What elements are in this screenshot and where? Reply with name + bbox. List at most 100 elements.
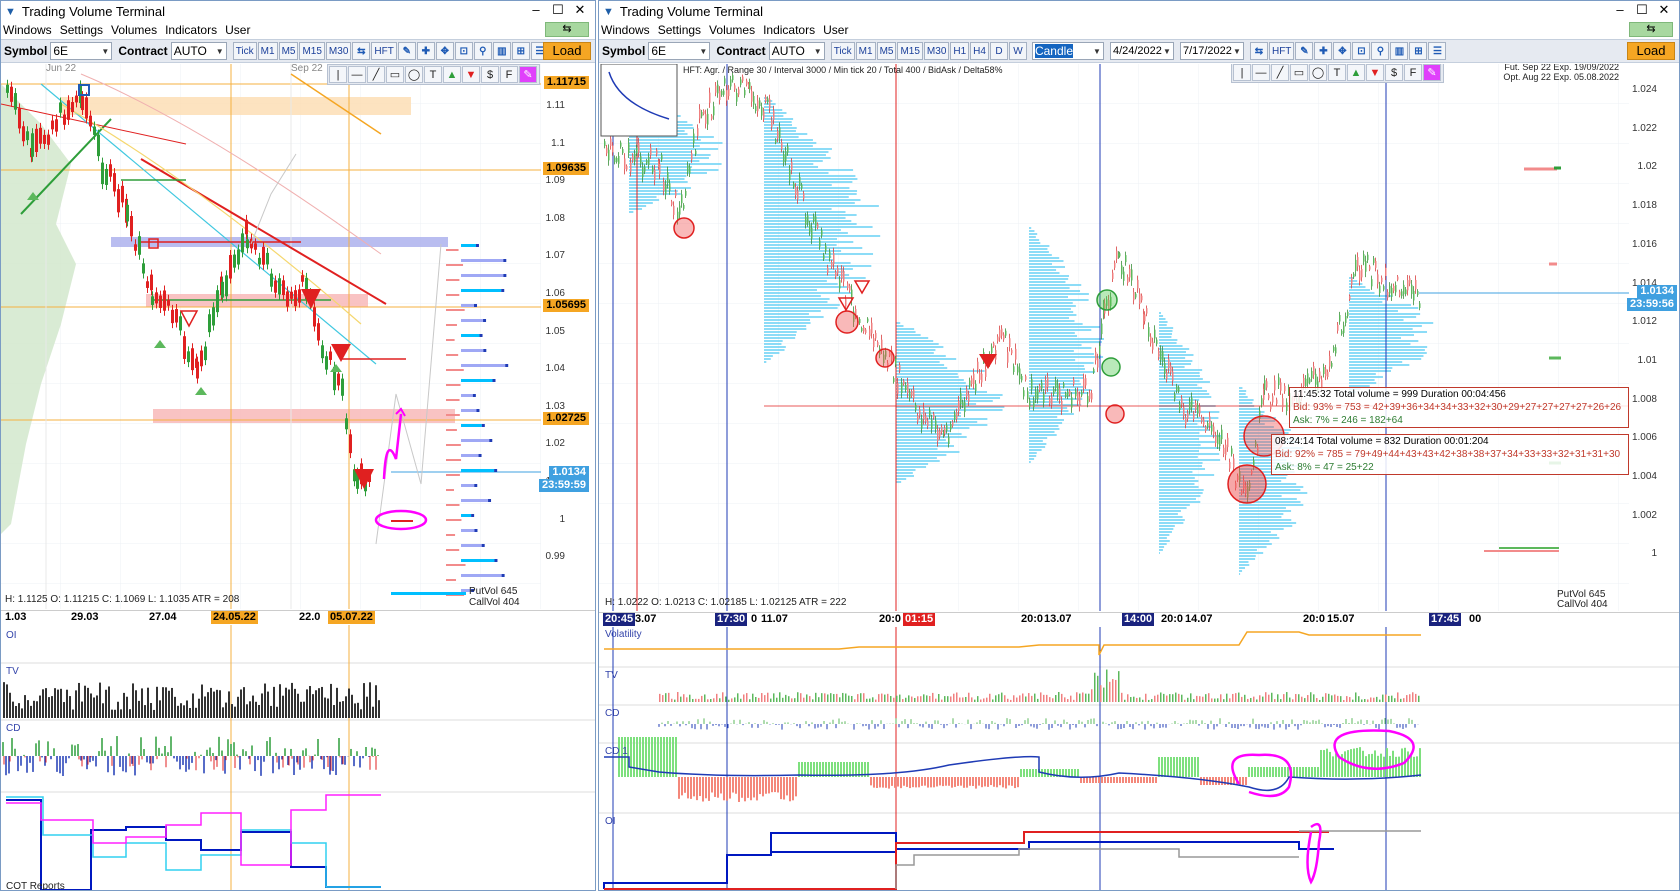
time-label: 05.07.22 [328, 611, 375, 624]
chart-mode-icon[interactable]: ▥ [492, 42, 511, 60]
refresh-icon[interactable]: ⇆ [545, 22, 589, 37]
search-icon[interactable]: ⚲ [1371, 42, 1390, 60]
list-icon[interactable]: ☰ [1428, 42, 1447, 60]
menu-settings[interactable]: Settings [658, 23, 701, 37]
price-axis-label: 1.07 [545, 250, 565, 262]
time-label: 27.04 [149, 611, 177, 623]
rectangle-icon[interactable]: ▭ [1290, 64, 1308, 81]
tf-tick-button[interactable]: Tick [830, 42, 855, 60]
minimize-button[interactable]: – [525, 2, 547, 18]
symbol-select[interactable]: 6E ▼ [648, 42, 711, 60]
menu-volumes[interactable]: Volumes [111, 23, 157, 37]
ellipse-icon[interactable]: ◯ [405, 66, 423, 83]
hline-icon[interactable]: — [348, 66, 366, 83]
price-axis-label: 1.1 [551, 137, 565, 149]
load-button[interactable]: Load [543, 42, 591, 60]
cd-pane-label: CD [605, 708, 620, 719]
tf-w-button[interactable]: W [1008, 42, 1027, 60]
tf-h1-button[interactable]: H1 [950, 42, 970, 60]
tf-m15-button[interactable]: M15 [897, 42, 923, 60]
tf-m5-button[interactable]: M5 [278, 42, 299, 60]
menu-windows[interactable]: Windows [3, 23, 52, 37]
dollar-icon[interactable]: $ [1385, 64, 1403, 81]
chart-mode-icon[interactable]: ▥ [1390, 42, 1409, 60]
chart-type-select[interactable]: Candle ▼ [1031, 42, 1104, 60]
price-axis-label: 1.11 [546, 100, 565, 111]
pen-icon[interactable]: ✎ [1295, 42, 1314, 60]
refresh-icon[interactable]: ⇆ [1629, 22, 1673, 37]
zoom-fit-icon[interactable]: ⊡ [1352, 42, 1371, 60]
crosshair-icon[interactable]: ✚ [416, 42, 435, 60]
menu-volumes[interactable]: Volumes [709, 23, 755, 37]
tf-m1-button[interactable]: M1 [257, 42, 278, 60]
text-icon[interactable]: T [1328, 64, 1346, 81]
price-axis-label: 1.05 [545, 325, 565, 337]
brush-icon[interactable]: ✎ [1423, 64, 1441, 81]
tf-d-button[interactable]: D [989, 42, 1008, 60]
sync-icon[interactable]: ⇆ [352, 42, 371, 60]
brush-icon[interactable]: ✎ [519, 66, 537, 83]
menu-windows[interactable]: Windows [601, 23, 650, 37]
time-label: 22.0 [299, 611, 321, 623]
filter-icon[interactable]: ⊞ [1409, 42, 1428, 60]
tf-m30-button[interactable]: M30 [325, 42, 352, 60]
load-button[interactable]: Load [1627, 42, 1675, 60]
tf-m1-button[interactable]: M1 [855, 42, 876, 60]
left-window-title: Trading Volume Terminal [21, 4, 165, 19]
sell-arrow-icon[interactable]: ▼ [1366, 64, 1384, 81]
buy-arrow-icon[interactable]: ▲ [443, 66, 461, 83]
move-icon[interactable]: ✥ [1333, 42, 1352, 60]
filter-icon[interactable]: ⊞ [511, 42, 530, 60]
right-title-bar: ▼ Trading Volume Terminal – ☐ ✕ [599, 1, 1679, 22]
tf-m15-button[interactable]: M15 [299, 42, 325, 60]
sell-arrow-icon[interactable]: ▼ [462, 66, 480, 83]
date-to-picker[interactable]: 7/17/2022 ▼ [1179, 42, 1244, 60]
minimize-button[interactable]: – [1609, 2, 1631, 18]
close-button[interactable]: ✕ [1653, 2, 1675, 18]
left-title-bar: ▼ Trading Volume Terminal – ☐ ✕ [1, 1, 595, 22]
menu-settings[interactable]: Settings [60, 23, 103, 37]
right-price-chart[interactable]: HFT: Agr. / Range 30 / Interval 3000 / M… [599, 64, 1679, 611]
fibo-icon[interactable]: F [500, 66, 518, 83]
time-label: 0 [751, 613, 758, 625]
menu-indicators[interactable]: Indicators [763, 23, 815, 37]
chevron-down-icon: ▼ [215, 46, 224, 56]
vline-icon[interactable]: | [1233, 64, 1251, 81]
symbol-select[interactable]: 6E ▼ [50, 42, 113, 60]
hline-icon[interactable]: — [1252, 64, 1270, 81]
hft-button[interactable]: HFT [1268, 42, 1295, 60]
left-toolbar: Symbol 6E ▼ Contract AUTO ▼ Tick M1 M5 M15… [1, 39, 595, 63]
price-axis-label: 1.02 [545, 438, 565, 450]
crosshair-icon[interactable]: ✚ [1314, 42, 1333, 60]
menu-user[interactable]: User [225, 23, 250, 37]
ellipse-icon[interactable]: ◯ [1309, 64, 1327, 81]
vline-icon[interactable]: | [329, 66, 347, 83]
zoom-fit-icon[interactable]: ⊡ [454, 42, 473, 60]
sync-icon[interactable]: ⇆ [1249, 42, 1268, 60]
contract-select[interactable]: AUTO ▼ [768, 42, 825, 60]
dollar-icon[interactable]: $ [481, 66, 499, 83]
tf-tick-button[interactable]: Tick [232, 42, 257, 60]
date-from-picker[interactable]: 4/24/2022 ▼ [1109, 42, 1174, 60]
buy-arrow-icon[interactable]: ▲ [1347, 64, 1365, 81]
maximize-button[interactable]: ☐ [1631, 2, 1653, 18]
rectangle-icon[interactable]: ▭ [386, 66, 404, 83]
trendline-icon[interactable]: ╱ [367, 66, 385, 83]
text-icon[interactable]: T [424, 66, 442, 83]
maximize-button[interactable]: ☐ [547, 2, 569, 18]
hft-button[interactable]: HFT [371, 42, 397, 60]
tf-m5-button[interactable]: M5 [876, 42, 897, 60]
menu-user[interactable]: User [823, 23, 848, 37]
move-icon[interactable]: ✥ [435, 42, 454, 60]
close-button[interactable]: ✕ [569, 2, 591, 18]
tooltip-header: 11:45:32 Total volume = 999 Duration 00:… [1293, 389, 1506, 400]
left-price-chart[interactable]: Jun 22 Sep 22 1.11 1.1 1.09 1.08 1.07 1.06 1.0… [1, 64, 595, 609]
search-icon[interactable]: ⚲ [473, 42, 492, 60]
contract-select[interactable]: AUTO ▼ [170, 42, 227, 60]
menu-indicators[interactable]: Indicators [165, 23, 217, 37]
trendline-icon[interactable]: ╱ [1271, 64, 1289, 81]
tf-h4-button[interactable]: H4 [970, 42, 989, 60]
fibo-icon[interactable]: F [1404, 64, 1422, 81]
tf-m30-button[interactable]: M30 [923, 42, 950, 60]
pen-icon[interactable]: ✎ [397, 42, 416, 60]
